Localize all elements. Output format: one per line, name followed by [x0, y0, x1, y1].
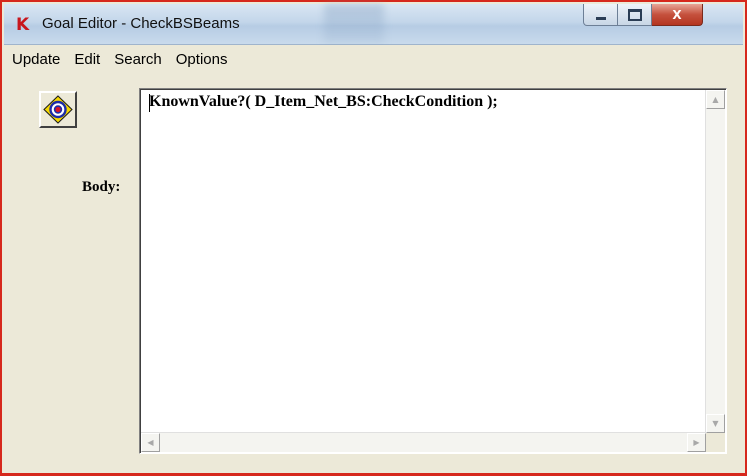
- body-text-area[interactable]: KnownValue?( D_Item_Net_BS:CheckConditio…: [139, 88, 727, 454]
- menu-edit[interactable]: Edit: [67, 48, 107, 72]
- horizontal-scrollbar[interactable]: ◀ ▶: [141, 432, 706, 452]
- goal-editor-window: K Goal Editor - CheckBSBeams X Update Ed…: [0, 0, 747, 476]
- scroll-right-button[interactable]: ▶: [687, 433, 706, 452]
- maximize-icon: [627, 8, 642, 21]
- goal-button[interactable]: [39, 91, 77, 128]
- scroll-up-button[interactable]: ▲: [706, 90, 725, 109]
- menu-bar: Update Edit Search Options: [4, 45, 743, 75]
- window-title: Goal Editor - CheckBSBeams: [42, 15, 240, 32]
- arrow-up-icon: ▲: [712, 95, 719, 104]
- menu-update[interactable]: Update: [4, 48, 67, 72]
- editor-pane: Body: KnownValue?( D_Item_Net_BS:CheckCo…: [4, 76, 743, 473]
- app-k-icon: K: [14, 14, 34, 34]
- arrow-right-icon: ▶: [693, 438, 700, 447]
- menu-search[interactable]: Search: [107, 48, 169, 72]
- target-goal-icon: [43, 95, 73, 124]
- title-glass: [324, 4, 384, 44]
- minimize-button[interactable]: [583, 4, 618, 26]
- close-button[interactable]: X: [652, 4, 703, 26]
- window-controls: X: [583, 4, 703, 26]
- maximize-button[interactable]: [618, 4, 652, 26]
- scroll-down-button[interactable]: ▼: [706, 414, 725, 433]
- body-label: Body:: [82, 179, 121, 195]
- vertical-scrollbar[interactable]: ▲ ▼: [705, 90, 725, 433]
- minimize-icon: [595, 16, 606, 20]
- close-icon: X: [672, 7, 682, 22]
- arrow-left-icon: ◀: [147, 438, 154, 447]
- body-text: KnownValue?( D_Item_Net_BS:CheckConditio…: [149, 93, 498, 110]
- title-bar[interactable]: K Goal Editor - CheckBSBeams X: [4, 4, 743, 45]
- arrow-down-icon: ▼: [712, 419, 719, 428]
- scrollbar-corner: [706, 433, 725, 452]
- menu-options[interactable]: Options: [169, 48, 235, 72]
- scroll-left-button[interactable]: ◀: [141, 433, 160, 452]
